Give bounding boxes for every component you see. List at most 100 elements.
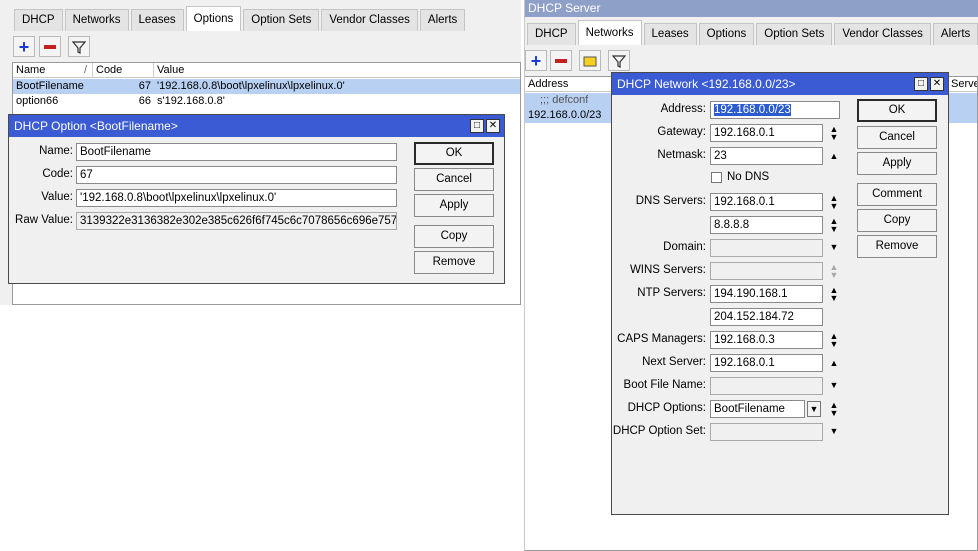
tab-dhcp[interactable]: DHCP <box>14 9 63 31</box>
netmask-label: Netmask: <box>657 149 706 161</box>
tab-option-sets[interactable]: Option Sets <box>756 23 833 45</box>
tab-vendor-classes[interactable]: Vendor Classes <box>834 23 931 45</box>
remove-button[interactable]: Remove <box>857 235 937 258</box>
col-address[interactable]: Address <box>525 77 615 92</box>
plus-icon: + <box>530 50 542 71</box>
wins-servers-label: WINS Servers: <box>629 264 706 276</box>
wins-servers-field[interactable] <box>710 262 823 280</box>
dhcp-options-label: DHCP Options: <box>627 402 706 414</box>
value-label: Value: <box>41 191 73 203</box>
apply-button[interactable]: Apply <box>857 152 937 175</box>
updown-icon[interactable]: ▲ ▼ <box>827 286 841 303</box>
table-row[interactable]: option66 66 s'192.168.0.8' <box>13 94 520 109</box>
comment-button[interactable] <box>579 50 601 71</box>
tab-dhcp[interactable]: DHCP <box>527 23 576 45</box>
dropdown-button[interactable]: ▼ <box>807 401 821 417</box>
close-button[interactable]: ✕ <box>486 119 500 133</box>
filter-icon <box>72 40 86 54</box>
address-label: Address: <box>660 103 706 115</box>
updown-icon[interactable]: ▲ ▼ <box>827 263 841 280</box>
ntp-server-2-field[interactable]: 204.152.184.72 <box>710 308 823 326</box>
dhcp-option-dialog: DHCP Option <BootFilename> □ ✕ Name: Boo… <box>8 114 505 284</box>
address-field[interactable]: 192.168.0.0/23 <box>710 101 840 119</box>
gateway-field[interactable]: 192.168.0.1 <box>710 124 823 142</box>
window-title: DHCP Server <box>528 1 601 15</box>
comment-button[interactable]: Comment <box>857 183 937 206</box>
comment-icon <box>583 56 597 66</box>
netmask-field[interactable]: 23 <box>710 147 823 165</box>
name-label: Name: <box>39 145 73 157</box>
updown-icon[interactable]: ▲ ▼ <box>827 401 841 418</box>
next-server-field[interactable]: 192.168.0.1 <box>710 354 823 372</box>
window-titlebar: DHCP Server <box>525 0 978 17</box>
remove-button[interactable]: Remove <box>414 251 494 274</box>
ok-button[interactable]: OK <box>414 142 494 165</box>
maximize-button[interactable]: □ <box>914 77 928 91</box>
remove-button[interactable] <box>550 50 572 71</box>
cancel-button[interactable]: Cancel <box>857 126 937 149</box>
add-button[interactable]: + <box>13 36 35 57</box>
cancel-button[interactable]: Cancel <box>414 168 494 191</box>
filter-button[interactable] <box>68 36 90 57</box>
tab-options[interactable]: Options <box>185 6 242 31</box>
down-icon[interactable]: ▼ <box>827 381 841 397</box>
dhcp-option-set-field[interactable] <box>710 423 823 441</box>
updown-icon[interactable]: ▲ ▼ <box>827 332 841 349</box>
dns-server-1-field[interactable]: 192.168.0.1 <box>710 193 823 211</box>
tab-alerts[interactable]: Alerts <box>932 23 978 45</box>
dialog-title: DHCP Option <BootFilename> <box>9 115 504 137</box>
up-icon[interactable]: ▲ <box>827 152 841 168</box>
no-dns-checkbox[interactable] <box>711 172 722 183</box>
dhcp-options-select[interactable]: BootFilename <box>710 400 805 418</box>
tab-networks[interactable]: Networks <box>577 20 642 45</box>
filter-icon <box>612 54 626 68</box>
col-server[interactable]: Serve <box>948 77 977 92</box>
tab-vendor-classes[interactable]: Vendor Classes <box>321 9 418 31</box>
remove-button[interactable] <box>39 36 61 57</box>
updown-icon[interactable]: ▲ ▼ <box>827 125 841 142</box>
name-field[interactable]: BootFilename <box>76 143 397 161</box>
dns-servers-label: DNS Servers: <box>635 195 706 207</box>
updown-icon[interactable]: ▲ ▼ <box>827 217 841 234</box>
close-button[interactable]: ✕ <box>930 77 944 91</box>
boot-file-name-field[interactable] <box>710 377 823 395</box>
value-field[interactable]: '192.168.0.8\boot\lpxelinux\lpxelinux.0' <box>76 189 397 207</box>
copy-button[interactable]: Copy <box>414 225 494 248</box>
raw-value-label: Raw Value: <box>15 214 73 226</box>
caps-managers-field[interactable]: 192.168.0.3 <box>710 331 823 349</box>
left-tab-bar: DHCP Networks Leases Options Option Sets… <box>14 6 467 31</box>
up-icon[interactable]: ▲ <box>827 359 841 375</box>
down-icon[interactable]: ▼ <box>827 243 841 259</box>
ok-button[interactable]: OK <box>857 99 937 122</box>
right-tab-bar: DHCP Networks Leases Options Option Sets… <box>527 20 978 45</box>
next-server-label: Next Server: <box>642 356 706 368</box>
maximize-button[interactable]: □ <box>470 119 484 133</box>
tab-option-sets[interactable]: Option Sets <box>243 9 320 31</box>
tab-leases[interactable]: Leases <box>643 23 697 45</box>
dhcp-network-dialog: DHCP Network <192.168.0.0/23> □ ✕ Addres… <box>611 72 949 515</box>
dns-server-2-field[interactable]: 8.8.8.8 <box>710 216 823 234</box>
plus-icon: + <box>18 36 30 57</box>
col-code[interactable]: Code <box>93 63 154 78</box>
tab-leases[interactable]: Leases <box>130 9 184 31</box>
col-name[interactable]: Name <box>13 63 93 78</box>
add-button[interactable]: + <box>525 50 547 71</box>
ntp-server-1-field[interactable]: 194.190.168.1 <box>710 285 823 303</box>
minus-icon <box>44 44 56 49</box>
tab-options[interactable]: Options <box>698 23 755 45</box>
down-icon[interactable]: ▼ <box>827 427 841 443</box>
gateway-label: Gateway: <box>657 126 706 138</box>
filter-button[interactable] <box>608 50 630 71</box>
tab-alerts[interactable]: Alerts <box>419 9 466 31</box>
table-row[interactable]: BootFilename 67 '192.168.0.8\boot\lpxeli… <box>13 79 520 94</box>
apply-button[interactable]: Apply <box>414 194 494 217</box>
updown-icon[interactable]: ▲ ▼ <box>827 194 841 211</box>
boot-file-name-label: Boot File Name: <box>623 379 706 391</box>
no-dns-label: No DNS <box>727 171 770 183</box>
dialog-title: DHCP Network <192.168.0.0/23> <box>612 73 948 95</box>
copy-button[interactable]: Copy <box>857 209 937 232</box>
tab-networks[interactable]: Networks <box>64 9 129 31</box>
domain-field[interactable] <box>710 239 823 257</box>
col-value[interactable]: Value <box>154 63 520 78</box>
code-field[interactable]: 67 <box>76 166 397 184</box>
